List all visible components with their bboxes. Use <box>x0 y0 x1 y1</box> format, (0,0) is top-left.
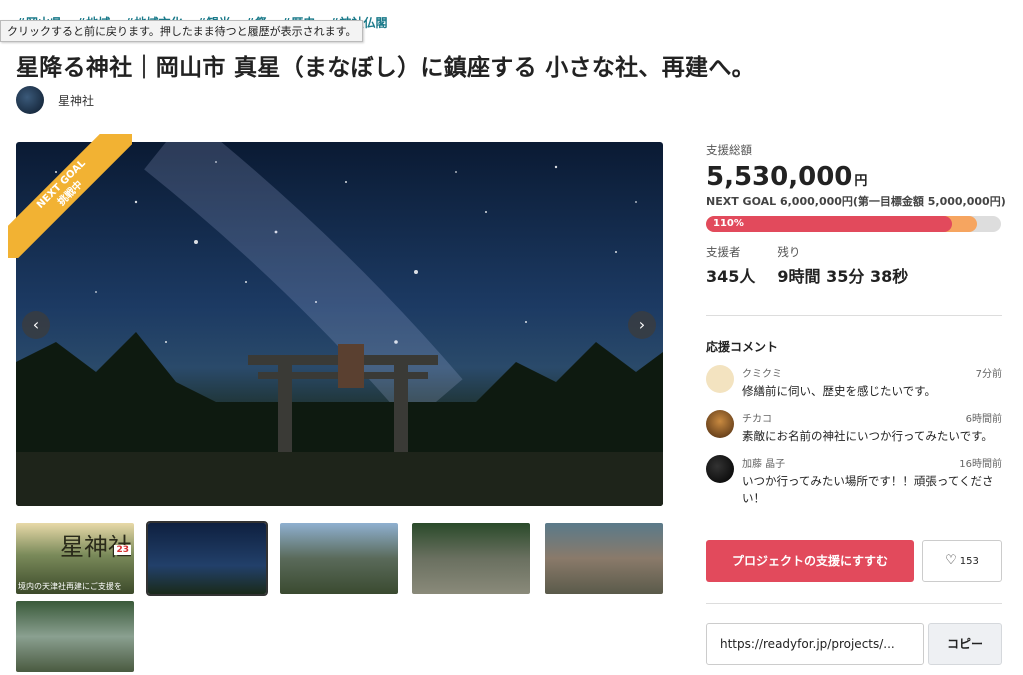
ribbon-status: 挑戦中 <box>56 179 86 209</box>
comment-text: 修繕前に伺い、歴史を感じたいです。 <box>742 384 937 398</box>
like-count: 153 <box>959 556 979 567</box>
remaining-block: 残り 9時間 35分 38秒 <box>777 244 908 287</box>
progress-percent: 110% <box>713 218 744 229</box>
thumbnail-5[interactable] <box>545 523 663 594</box>
thumbnail-4[interactable] <box>412 523 530 594</box>
commenter-avatar[interactable] <box>706 410 734 438</box>
thumbnail-badge: 23 <box>114 545 131 555</box>
remaining-label: 残り <box>777 245 801 259</box>
support-project-button[interactable]: プロジェクトの支援にすすむ <box>706 540 914 582</box>
total-label: 支援総額 <box>706 143 752 157</box>
next-slide-button[interactable]: › <box>628 311 656 339</box>
comment-item: クミクミ 7分前 修繕前に伺い、歴史を感じたいです。 <box>706 365 1002 400</box>
comment-item: 加藤 晶子 16時間前 いつか行ってみたい場所です！！頑張ってください！ <box>706 455 1002 507</box>
stats-meta-row: 支援者 345人 残り 9時間 35分 38秒 <box>706 244 1002 287</box>
next-goal-ribbon: NEXT GOAL 挑戦中 <box>8 134 132 258</box>
next-goal-text: NEXT GOAL 6,000,000円(第一目標金額 5,000,000円) <box>706 195 1006 208</box>
thumbnail-3[interactable] <box>280 523 398 594</box>
copy-url-button[interactable]: コピー <box>928 623 1002 665</box>
divider <box>706 315 1002 316</box>
comment-text: 素敵にお名前の神社にいつか行ってみたいです。 <box>742 429 993 443</box>
heart-icon: ♡ <box>945 553 957 568</box>
thumbnail-1[interactable]: 星神社 23 境内の天津社再建にご支援を <box>16 523 134 594</box>
chevron-right-icon: › <box>638 315 646 334</box>
commenter-name[interactable]: クミクミ <box>742 365 782 380</box>
owner-name[interactable]: 星神社 <box>58 92 94 109</box>
comments-section: 応援コメント クミクミ 7分前 修繕前に伺い、歴史を感じたいです。 チカコ 6時… <box>706 338 1002 507</box>
supporters-block: 支援者 345人 <box>706 244 755 287</box>
remaining-value: 9時間 35分 38秒 <box>777 267 909 286</box>
thumbnail-caption: 境内の天津社再建にご支援を <box>18 582 122 591</box>
commenter-avatar[interactable] <box>706 455 734 483</box>
currency-label: 円 <box>854 174 868 189</box>
share-url-field[interactable]: https://readyfor.jp/projects/... <box>706 623 924 665</box>
comment-text: いつか行ってみたい場所です！！頑張ってください！ <box>742 474 994 505</box>
comment-time: 7分前 <box>975 369 1002 380</box>
like-button[interactable]: ♡ 153 <box>922 540 1002 582</box>
commenter-name[interactable]: 加藤 晶子 <box>742 455 785 470</box>
back-button-tooltip: クリックすると前に戻ります。押したまま待つと履歴が表示されます。 <box>0 20 364 42</box>
progress-bar: 110% <box>706 216 1001 232</box>
thumbnail-6[interactable] <box>16 601 134 672</box>
thumbnail-2[interactable] <box>146 521 268 596</box>
comment-time: 16時間前 <box>959 459 1002 470</box>
supporters-value: 345人 <box>706 267 756 286</box>
owner-avatar[interactable] <box>16 86 44 114</box>
total-amount: 5,530,000 円 <box>706 162 1002 192</box>
divider <box>706 603 1002 604</box>
prev-slide-button[interactable]: ‹ <box>22 311 50 339</box>
commenter-name[interactable]: チカコ <box>742 410 772 425</box>
commenter-avatar[interactable] <box>706 365 734 393</box>
page-title: 星降る神社｜岡山市 真星（まなぼし）に鎮座する 小さな社、再建へ。 <box>16 55 755 81</box>
comments-title: 応援コメント <box>706 340 779 354</box>
project-owner[interactable]: 星神社 <box>16 86 94 114</box>
comment-item: チカコ 6時間前 素敵にお名前の神社にいつか行ってみたいです。 <box>706 410 1002 445</box>
total-amount-value: 5,530,000 <box>706 162 853 192</box>
chevron-left-icon: ‹ <box>32 315 40 334</box>
supporters-label: 支援者 <box>706 245 741 259</box>
funding-stats: 支援総額 5,530,000 円 NEXT GOAL 6,000,000円(第一目… <box>706 142 1006 287</box>
comment-time: 6時間前 <box>965 414 1002 425</box>
